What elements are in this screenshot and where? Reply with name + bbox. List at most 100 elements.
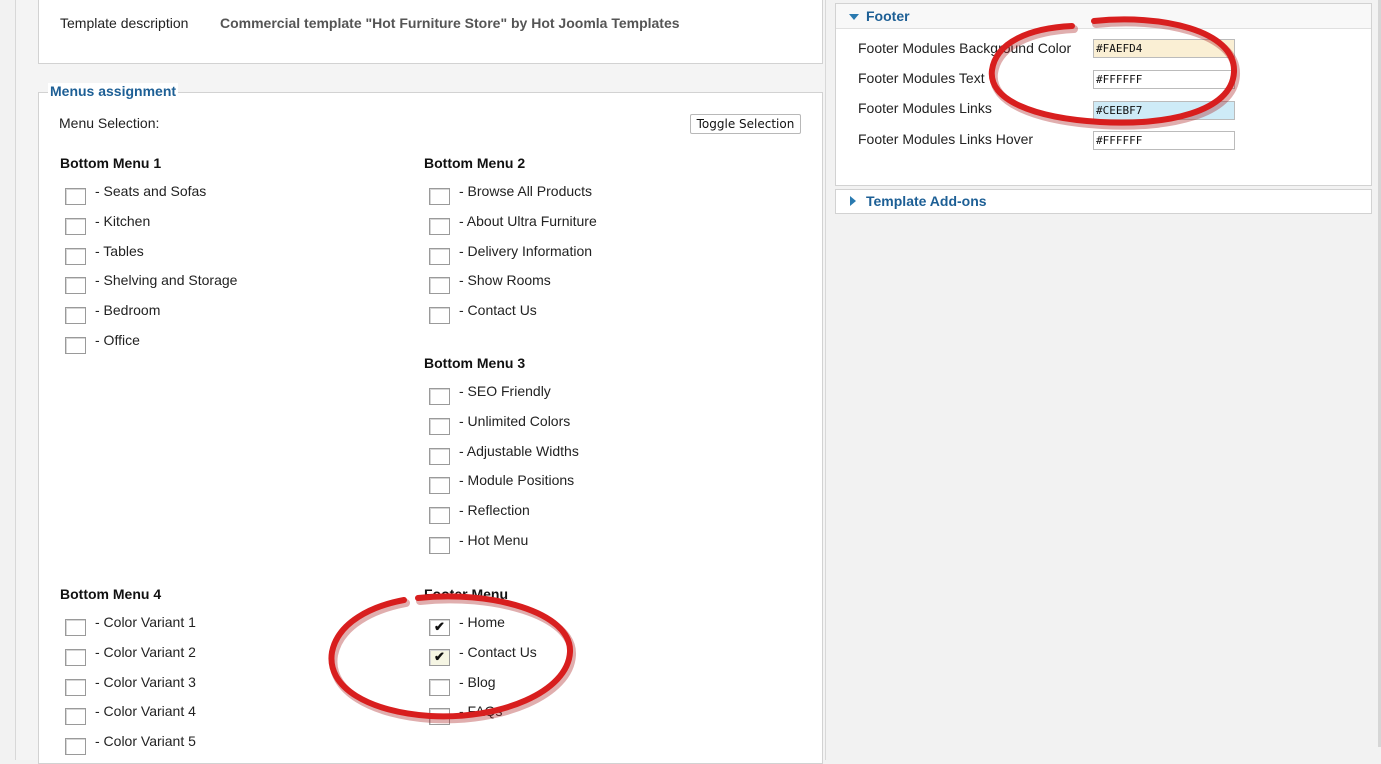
- template-description-label: Template description: [60, 15, 189, 31]
- menu-item-checkbox[interactable]: ✔: [429, 619, 450, 636]
- menu-item-label: - Show Rooms: [459, 272, 551, 289]
- menu-item-label: - Unlimited Colors: [459, 412, 571, 429]
- menu-item: - Contact Us: [429, 302, 749, 325]
- menu-item: - Seats and Sofas: [65, 183, 385, 205]
- menu-item-checkbox[interactable]: [429, 188, 450, 205]
- menu-item-label: - FAQs: [459, 703, 503, 720]
- menu-group-bottom-menu-3: Bottom Menu 3 - SEO Friendly - Unlimited C…: [424, 355, 579, 554]
- menu-item-label: - Contact Us: [459, 643, 537, 660]
- menu-item-checkbox[interactable]: [65, 337, 86, 354]
- triangle-down-icon: [849, 14, 859, 20]
- menu-group-title: Bottom Menu 4: [60, 586, 162, 602]
- menu-item-checkbox[interactable]: [429, 477, 450, 495]
- menu-group-footer-menu: Footer Menu ✔ - Home ✔ - Contact Us - Blog - F…: [424, 586, 537, 726]
- menu-item-label: - Color Variant 2: [95, 643, 196, 660]
- menu-item-checkbox[interactable]: [429, 217, 450, 235]
- menu-item-checkbox[interactable]: [429, 507, 450, 525]
- menu-item: - Color Variant 5: [65, 733, 385, 756]
- footer-panel-header[interactable]: Footer: [836, 4, 1371, 29]
- menu-item-label: - Color Variant 4: [95, 703, 196, 720]
- menu-item: - Module Positions: [429, 472, 749, 495]
- menu-item: ✔ - Contact Us: [429, 644, 749, 666]
- footer-panel-title: Footer: [866, 8, 910, 24]
- menu-item-label: - Hot Menu: [459, 532, 529, 548]
- template-description-box: Template description Commercial template…: [38, 0, 823, 64]
- menu-item: - About Ultra Furniture: [429, 213, 749, 235]
- menu-item-label: - Reflection: [459, 502, 530, 519]
- menu-item: - Reflection: [429, 502, 749, 525]
- menu-item: - Shelving and Storage: [65, 272, 385, 295]
- footer-links-color-label: Footer Modules Links: [858, 100, 992, 116]
- menu-item-label: - Adjustable Widths: [459, 442, 579, 459]
- menu-item-label: - Home: [459, 614, 505, 630]
- menu-item-label: - Color Variant 1: [95, 614, 196, 630]
- menu-item-label: - Tables: [95, 242, 144, 259]
- menu-item-checkbox[interactable]: [65, 217, 86, 235]
- menu-item: - Blog: [429, 674, 749, 696]
- menu-item: - Show Rooms: [429, 272, 749, 295]
- menu-item: - Browse All Products: [429, 183, 749, 205]
- menu-item-label: - SEO Friendly: [459, 383, 551, 399]
- menu-item-checkbox[interactable]: [65, 247, 86, 265]
- menu-item-checkbox[interactable]: ✔: [429, 648, 450, 666]
- menu-item-label: - Kitchen: [95, 212, 151, 229]
- menu-group-title: Bottom Menu 2: [424, 155, 526, 171]
- menu-item-label: - Blog: [459, 673, 496, 690]
- menu-item-checkbox[interactable]: [65, 678, 86, 696]
- menu-item-checkbox[interactable]: [429, 277, 450, 295]
- menu-group-bottom-menu-4: Bottom Menu 4 - Color Variant 1 - Color Va…: [60, 586, 196, 756]
- menu-item-checkbox[interactable]: [429, 447, 450, 465]
- menu-item-checkbox[interactable]: [429, 307, 450, 325]
- menu-item-label: - About Ultra Furniture: [459, 212, 597, 229]
- menu-group-title: Bottom Menu 3: [424, 355, 526, 371]
- footer-bg-color-input[interactable]: #FAEFD4: [1093, 39, 1235, 58]
- menu-item-checkbox[interactable]: [429, 388, 450, 405]
- menu-item-checkbox[interactable]: [429, 678, 450, 696]
- menu-item-checkbox[interactable]: [65, 277, 86, 295]
- menu-item: - Hot Menu: [429, 532, 749, 554]
- menu-item-label: - Contact Us: [459, 302, 537, 319]
- menu-item-checkbox[interactable]: [429, 708, 450, 726]
- footer-links-hover-color-label: Footer Modules Links Hover: [858, 131, 1034, 147]
- menu-item-checkbox[interactable]: [65, 708, 86, 726]
- menu-item-checkbox[interactable]: [429, 417, 450, 435]
- menu-item-label: - Module Positions: [459, 472, 575, 489]
- menu-item: - Adjustable Widths: [429, 443, 749, 465]
- menu-item: - SEO Friendly: [429, 383, 749, 405]
- menu-group-bottom-menu-2: Bottom Menu 2 - Browse All Products - Abou…: [424, 155, 597, 325]
- footer-panel: Footer Footer Modules Background Color #…: [835, 3, 1372, 186]
- triangle-right-icon: [850, 196, 856, 206]
- menu-item: - Tables: [65, 243, 385, 265]
- menu-item-label: - Color Variant 3: [95, 673, 196, 690]
- menu-group-title: Bottom Menu 1: [60, 155, 162, 171]
- menu-group-bottom-menu-1: Bottom Menu 1 - Seats and Sofas - Kitchen -…: [60, 155, 237, 354]
- footer-bg-color-label: Footer Modules Background Color: [858, 40, 1072, 56]
- toggle-selection-button[interactable]: Toggle Selection: [690, 114, 801, 134]
- footer-text-color-label: Footer Modules Text: [858, 70, 985, 86]
- menu-item-label: - Seats and Sofas: [95, 183, 207, 199]
- footer-links-color-input[interactable]: #CEEBF7: [1093, 101, 1235, 120]
- menu-item-checkbox[interactable]: [65, 307, 86, 325]
- menu-item-checkbox[interactable]: [429, 247, 450, 265]
- template-addons-panel[interactable]: Template Add-ons: [835, 189, 1372, 214]
- menu-item: - Office: [65, 332, 385, 354]
- template-description-value: Commercial template "Hot Furniture Store…: [220, 15, 680, 31]
- menu-item: ✔ - Home: [429, 614, 749, 636]
- menu-item-checkbox[interactable]: [65, 619, 86, 636]
- menu-item: - Unlimited Colors: [429, 413, 749, 435]
- menus-assignment-legend: Menus assignment: [48, 83, 179, 99]
- menu-item-checkbox[interactable]: [65, 188, 86, 205]
- footer-text-color-input[interactable]: #FFFFFF: [1093, 70, 1235, 89]
- menu-item: - Color Variant 2: [65, 644, 385, 666]
- menu-item: - Kitchen: [65, 213, 385, 235]
- menu-item: - Bedroom: [65, 302, 385, 325]
- menu-item-label: - Shelving and Storage: [95, 272, 238, 289]
- menu-item-label: - Browse All Products: [459, 183, 593, 199]
- footer-links-hover-color-input[interactable]: #FFFFFF: [1093, 131, 1235, 150]
- menu-group-title: Footer Menu: [424, 586, 508, 602]
- menu-item-checkbox[interactable]: [65, 648, 86, 666]
- menu-item-checkbox[interactable]: [429, 537, 450, 554]
- menu-item-label: - Bedroom: [95, 302, 161, 319]
- menu-item-label: - Office: [95, 332, 140, 348]
- menu-selection-label: Menu Selection:: [59, 115, 160, 131]
